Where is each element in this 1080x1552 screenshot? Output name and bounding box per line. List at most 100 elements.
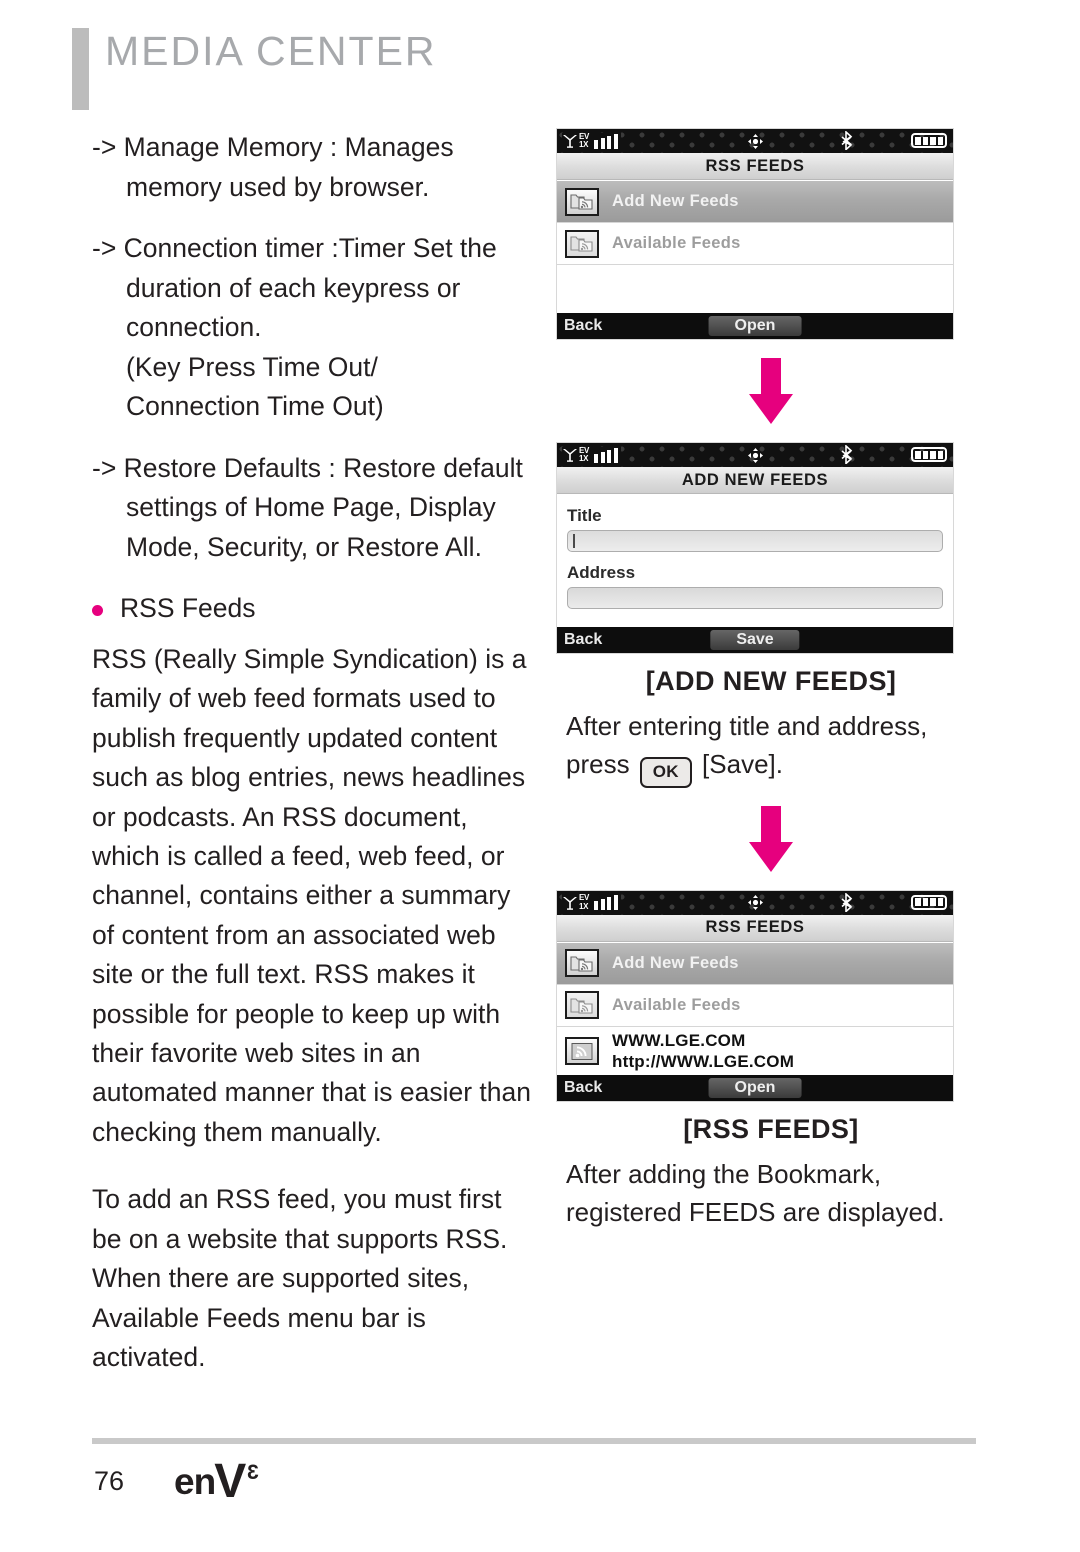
location-icon [747,447,763,463]
antenna-icon [563,896,577,910]
right-figure-column: EV 1X RSS FEEDS Add New Feeds Available … [556,128,986,1231]
sub-item-manage-memory: -> Manage Memory : Manages memory used b… [92,128,532,207]
caption-line-2: registered FEEDS are displayed. [566,1196,945,1227]
logo-v: V [214,1455,247,1508]
softkey-open-label: Open [734,1078,776,1096]
list-item-available-feeds[interactable]: Available Feeds [557,984,953,1027]
flow-arrow-down-2 [749,805,793,872]
softkey-save-label: Save [736,631,774,648]
field-label-title: Title [567,506,602,525]
caption-body-add-new-feeds: After entering title and address, press … [556,707,986,788]
arrow-head [749,394,793,424]
left-text-column: -> Manage Memory : Manages memory used b… [92,128,532,1377]
feed-entry-name: WWW.LGE.COM [612,1031,746,1050]
page-header: MEDIA CENTER [72,28,1012,110]
arrow-head [749,841,793,872]
location-icon [747,895,763,910]
softkey-open-label: Open [734,317,776,334]
screen-title-bar: RSS FEEDS [557,914,953,942]
list-item-available-feeds[interactable]: Available Feeds [557,223,953,265]
feed-entry-url: http://WWW.LGE.COM [612,1052,795,1071]
ev-1x-label: EV 1X [579,893,590,911]
sub-item-text: -> Manage Memory : Manages memory used b… [92,132,454,202]
page-number: 76 [94,1466,125,1496]
list-item-label: Available Feeds [612,234,741,252]
bullet-label: RSS Feeds [120,593,256,623]
menu-list: Add New Feeds Available Feeds [557,181,953,265]
arrow-shaft [761,358,781,396]
address-input[interactable] [567,587,943,609]
caption-title-rss-feeds: [RSS FEEDS] [683,1113,859,1144]
signal-bars-icon [594,447,618,463]
arrow-shaft [761,805,781,844]
signal-indicator: EV 1X [562,445,621,464]
feed-folder-icon [565,187,599,216]
feed-folder-glyph [570,236,593,252]
screen-title: ADD NEW FEEDS [681,470,829,489]
softkey-back[interactable]: Back [564,631,602,649]
ok-key-icon: OK [639,756,692,788]
phone-screenshot-rss-feeds-result: EV 1X RSS FEEDS Add New Feeds Available … [556,889,954,1102]
feed-folder-glyph [570,955,593,972]
softkey-bar: Back Open [557,1074,953,1101]
bullet-dot-icon [92,605,103,616]
signal-bars-icon [594,133,618,149]
list-item-label: Add New Feeds [612,192,739,210]
battery-icon [911,133,947,148]
field-label-address: Address [567,563,636,582]
rss-glyph [571,1042,593,1060]
status-bar: EV 1X [557,890,953,917]
caption-line-2-suffix: [Save]. [702,749,783,779]
text-caret [573,534,575,548]
list-item-label: Available Feeds [612,995,741,1014]
rss-icon [565,1037,599,1065]
list-item-add-new-feeds[interactable]: Add New Feeds [557,181,953,223]
signal-indicator: EV 1X [562,893,621,911]
title-input[interactable] [567,530,943,552]
softkey-back[interactable]: Back [564,1079,602,1097]
softkey-bar: Back Open [557,313,953,339]
softkey-back[interactable]: Back [564,317,602,335]
bluetooth-icon-wrap [840,891,855,917]
feed-folder-icon [565,949,599,977]
softkey-bar: Back Save [557,627,953,653]
caption-body-rss-feeds: After adding the Bookmark, registered FE… [556,1155,986,1231]
bluetooth-icon [841,130,853,152]
caption-line-1: After adding the Bookmark, [566,1158,882,1189]
list-item-add-new-feeds[interactable]: Add New Feeds [557,942,953,985]
logo-en: en [174,1461,216,1502]
list-item-feed-entry[interactable]: WWW.LGE.COM http://WWW.LGE.COM [557,1026,953,1077]
screen-title: RSS FEEDS [705,918,805,936]
menu-list: Add New Feeds Available Feeds [557,942,953,1077]
battery-icon [911,447,947,462]
caption-line-2-prefix: press [566,749,630,779]
screen-title: RSS FEEDS [705,156,805,175]
bluetooth-icon-wrap [840,444,855,469]
logo-superscript-3: 3 [247,1461,259,1484]
ev-1x-label: EV 1X [579,445,590,463]
bluetooth-icon-wrap [840,130,855,155]
softkey-open[interactable]: Open [708,1077,802,1098]
manual-page: MEDIA CENTER -> Manage Memory : Manages … [0,0,1080,1552]
feed-folder-glyph [570,194,593,210]
sub-item-text: -> Restore Defaults : Restore default se… [92,452,523,562]
sub-item-extra-lines: (Key Press Time Out/Connection Time Out) [126,351,384,422]
footer-divider [92,1438,976,1444]
paragraph-add-rss-feed: To add an RSS feed, you must first be on… [92,1184,508,1372]
softkey-open[interactable]: Open [708,316,802,336]
antenna-icon [563,135,577,148]
env3-logo: en V 3 [174,1455,259,1508]
feed-entry-text: WWW.LGE.COM http://WWW.LGE.COM [612,1030,794,1072]
screen-title-bar: RSS FEEDS [557,153,953,180]
battery-icon-wrap [911,894,947,910]
softkey-save[interactable]: Save [710,630,800,650]
ev-1x-label: EV 1X [579,131,590,149]
sub-item-connection-timer: -> Connection timer :Timer Set the durat… [92,229,532,427]
bullet-rss-feeds: RSS Feeds [92,589,532,628]
form-area: Title Address [557,495,953,609]
feed-folder-icon [565,229,599,258]
caption-title-add-new-feeds: [ADD NEW FEEDS] [645,666,897,696]
paragraph-rss-description: RSS (Really Simple Syndication) is a fam… [92,644,531,1147]
battery-icon-wrap [911,133,947,148]
battery-icon-wrap [911,447,947,462]
